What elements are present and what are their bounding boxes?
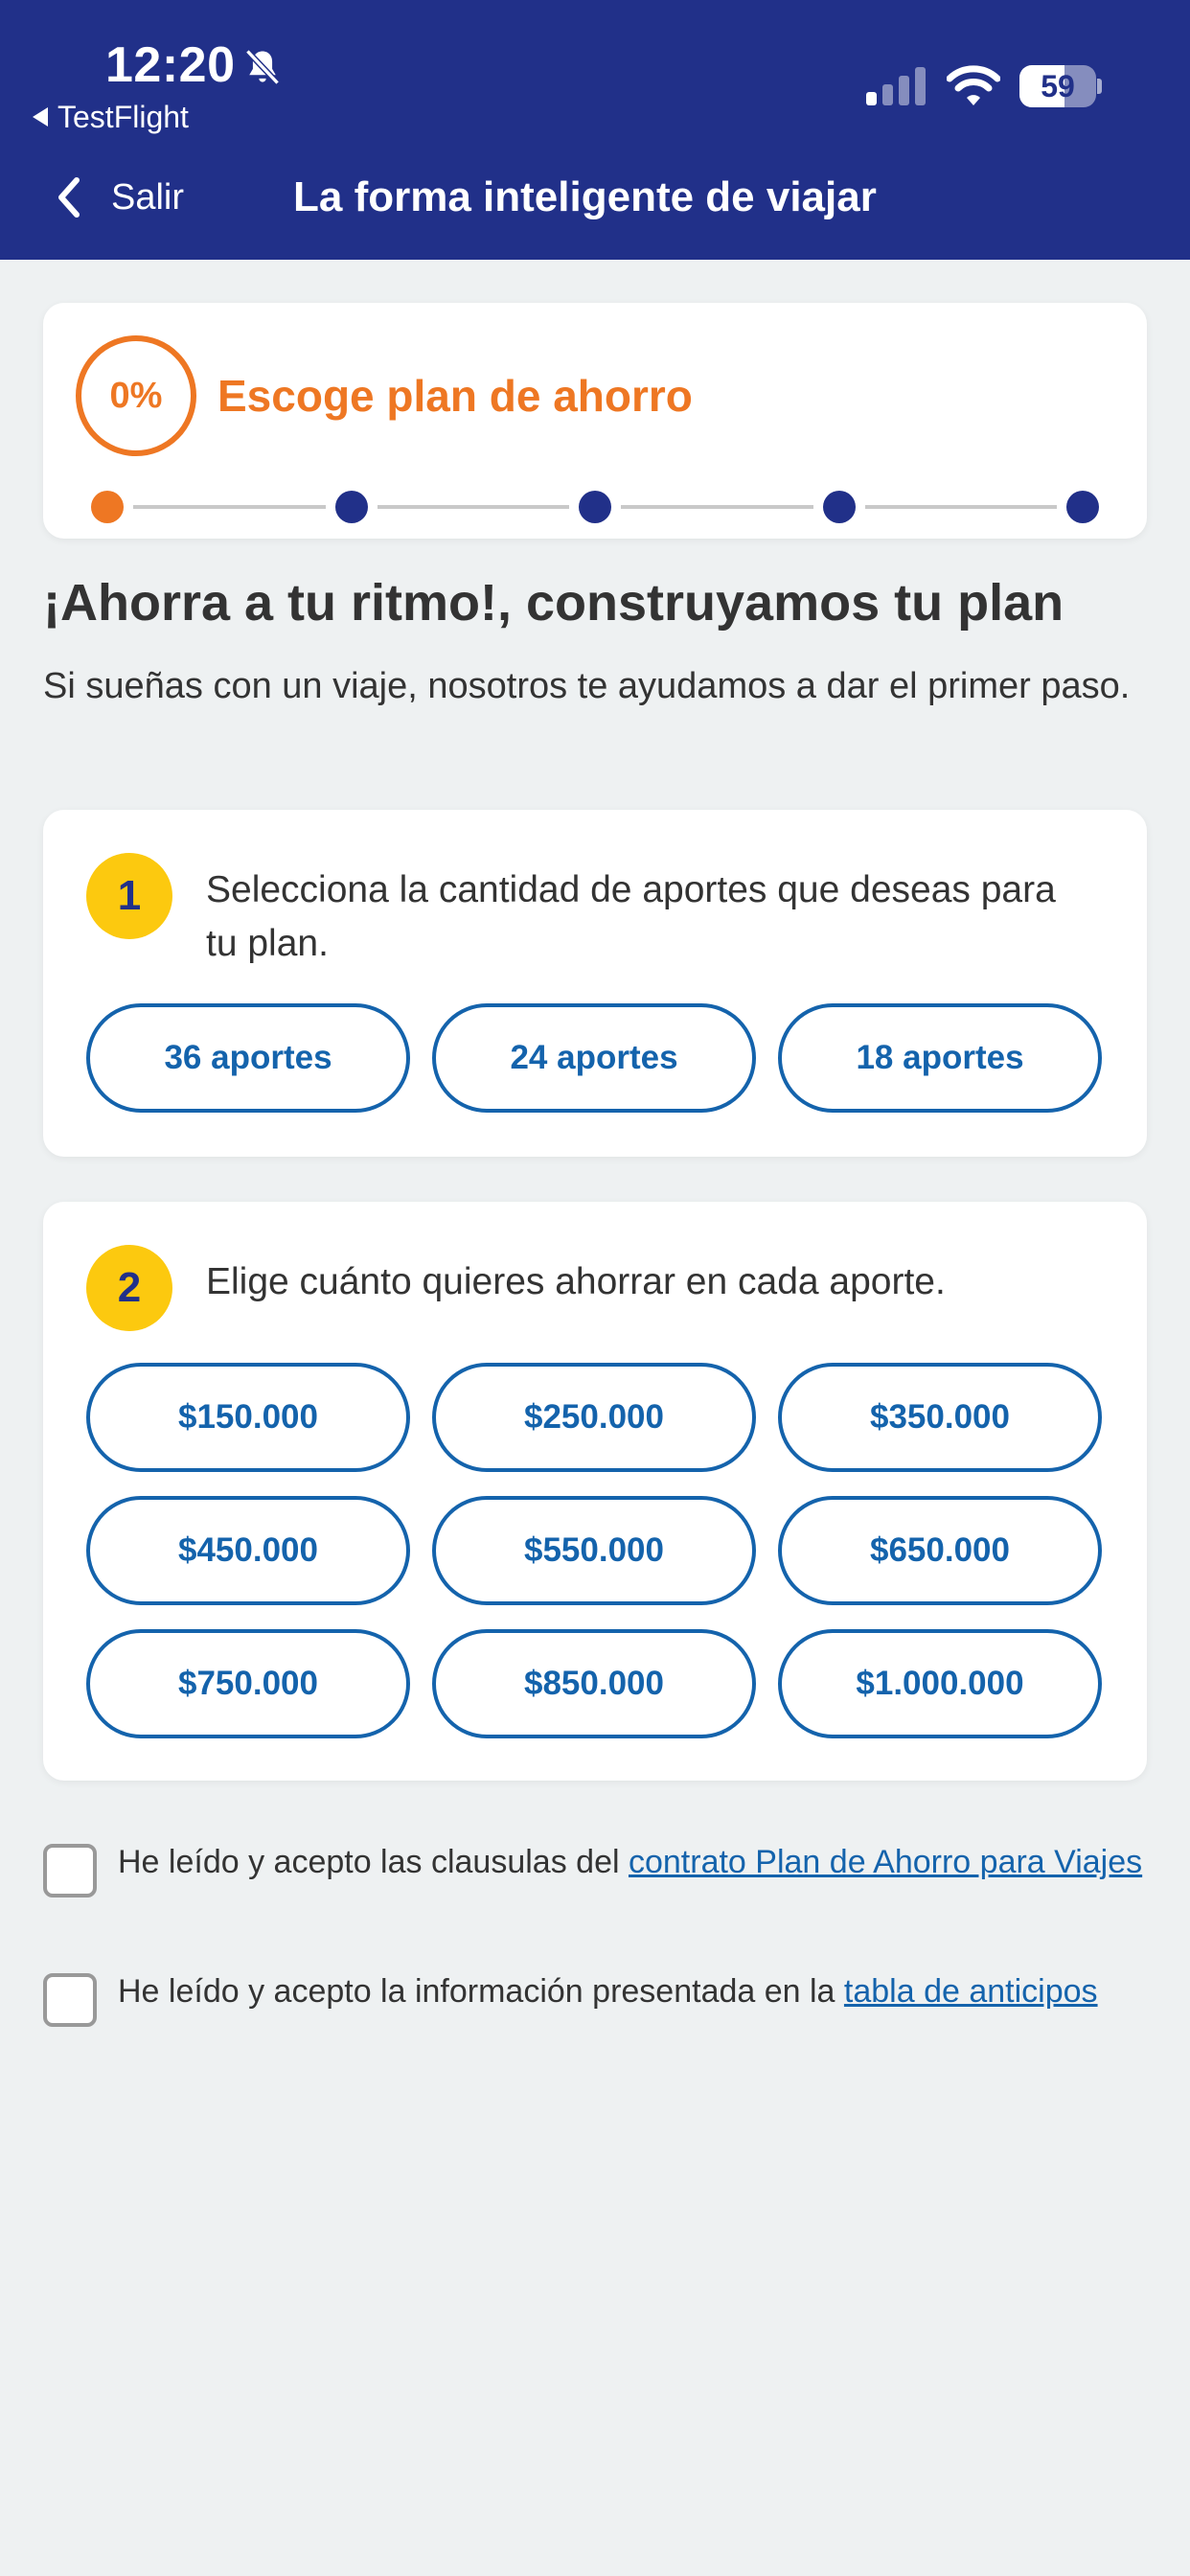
- page-title: La forma inteligente de viajar: [293, 173, 877, 220]
- amount-option[interactable]: $150.000: [86, 1363, 410, 1472]
- amount-option[interactable]: $750.000: [86, 1629, 410, 1738]
- stepper-dot-1: [91, 491, 124, 523]
- stepper-line: [621, 505, 813, 509]
- stepper-dot-5: [1066, 491, 1099, 523]
- app-header: 12:20 TestFlight 59 Salir La forma intel…: [0, 0, 1190, 260]
- progress-ring: 0%: [76, 335, 196, 456]
- cellular-signal-icon: [866, 67, 926, 105]
- status-time: 12:20: [105, 37, 236, 93]
- progress-card: 0% Escoge plan de ahorro: [43, 303, 1147, 539]
- current-step-title: Escoge plan de ahorro: [217, 371, 693, 421]
- stepper-dot-3: [579, 491, 611, 523]
- step-instruction: Selecciona la cantidad de aportes que de…: [206, 869, 1056, 964]
- step-number-badge: 1: [86, 853, 172, 939]
- section-heading: ¡Ahorra a tu ritmo!, construyamos tu pla…: [43, 574, 1064, 632]
- advance-table-checkbox[interactable]: [43, 1973, 97, 2027]
- amount-option[interactable]: $550.000: [432, 1496, 756, 1605]
- exit-button[interactable]: Salir: [54, 169, 184, 226]
- advance-table-link[interactable]: tabla de anticipos: [844, 1973, 1098, 2010]
- amount-option[interactable]: $450.000: [86, 1496, 410, 1605]
- amount-option[interactable]: $850.000: [432, 1629, 756, 1738]
- step-instruction: Elige cuánto quieres ahorrar en cada apo…: [206, 1261, 946, 1302]
- contract-terms-checkbox[interactable]: [43, 1844, 97, 1898]
- contract-terms-text: He leído y acepto las clausulas del: [118, 1844, 629, 1880]
- section-subtitle: Si sueñas con un viaje, nosotros te ayud…: [43, 666, 1131, 706]
- contributions-option-18[interactable]: 18 aportes: [778, 1003, 1102, 1113]
- advance-table-text: He leído y acepto la información present…: [118, 1973, 844, 2010]
- battery-icon: 59: [1019, 65, 1102, 107]
- back-triangle-icon: [33, 107, 48, 126]
- exit-label: Salir: [111, 176, 185, 218]
- stepper-line: [133, 505, 326, 509]
- contributions-option-24[interactable]: 24 aportes: [432, 1003, 756, 1113]
- amount-option[interactable]: $650.000: [778, 1496, 1102, 1605]
- stepper-line: [377, 505, 569, 509]
- contract-link[interactable]: contrato Plan de Ahorro para Viajes: [629, 1844, 1142, 1880]
- contributions-option-36[interactable]: 36 aportes: [86, 1003, 410, 1113]
- stepper-line: [864, 505, 1057, 509]
- back-app-label: TestFlight: [57, 100, 189, 134]
- advance-table-label: He leído y acepto la información present…: [118, 1967, 1143, 2015]
- back-to-app-link[interactable]: TestFlight: [33, 100, 189, 135]
- stepper-dot-2: [334, 491, 368, 523]
- bell-slash-icon: [245, 49, 280, 85]
- chevron-left-icon: [58, 177, 80, 218]
- battery-percent: 59: [1041, 69, 1075, 104]
- amount-option[interactable]: $350.000: [778, 1363, 1102, 1472]
- step-number-badge: 2: [86, 1245, 172, 1331]
- stepper-track: [91, 491, 1099, 523]
- amount-card: 2 Elige cuánto quieres ahorrar en cada a…: [43, 1202, 1147, 1781]
- stepper-dot-4: [822, 491, 856, 523]
- contract-terms-label: He leído y acepto las clausulas del cont…: [118, 1838, 1143, 1886]
- amount-option[interactable]: $1.000.000: [778, 1629, 1102, 1738]
- amount-option[interactable]: $250.000: [432, 1363, 756, 1472]
- wifi-icon: [947, 65, 1000, 105]
- contributions-card: 1 Selecciona la cantidad de aportes que …: [43, 810, 1147, 1157]
